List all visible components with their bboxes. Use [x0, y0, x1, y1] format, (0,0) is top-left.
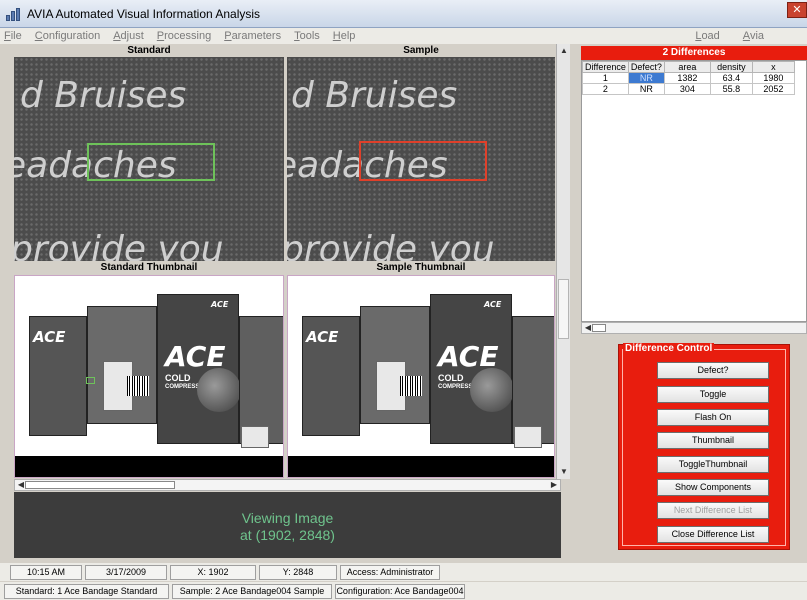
table-cell: 1382 — [663, 72, 711, 84]
cold-compress-text: COLD — [438, 373, 464, 383]
standard-zoom-view[interactable]: d Bruises eadaches provide you — [14, 57, 284, 261]
thumbnail-footer — [288, 456, 554, 477]
product-photo — [470, 368, 514, 412]
table-cell: 304 — [663, 83, 711, 95]
differences-table[interactable]: Difference Defect? area density x 1 NR 1… — [581, 60, 807, 322]
column-header[interactable]: density — [709, 61, 753, 73]
package-panel — [512, 316, 554, 444]
cold-compress-text: COMPRESS — [165, 384, 200, 390]
thumbnail-footer — [15, 456, 283, 477]
title-bar: AVIA Automated Visual Information Analys… — [0, 0, 807, 28]
barcode — [400, 376, 422, 396]
table-row[interactable]: 2 NR 304 55.8 2052 — [582, 83, 795, 95]
ace-small-logo: ACE — [484, 300, 502, 309]
menu-parameters[interactable]: Parameters — [224, 30, 281, 42]
viewing-line-2: at (1902, 2848) — [240, 527, 335, 543]
table-cell: 1980 — [751, 72, 795, 84]
menu-adjust[interactable]: Adjust — [113, 30, 144, 42]
vertical-scrollbar[interactable]: ▲ ▼ — [556, 44, 570, 479]
sample-label: Sample — [287, 44, 555, 57]
differences-horizontal-scrollbar[interactable]: ◀ — [581, 322, 807, 334]
table-row[interactable]: 1 NR 1382 63.4 1980 — [582, 72, 795, 84]
sample-thumbnail-view[interactable]: ACE ACE ACE COLD COMPRESS — [287, 275, 555, 478]
close-window-button[interactable]: ✕ — [787, 2, 807, 18]
zoom-text-line: provide you — [287, 229, 495, 261]
defect-button[interactable]: Defect? — [657, 362, 769, 379]
thumbnail-button[interactable]: Thumbnail — [657, 432, 769, 449]
zoom-text-line: d Bruises — [20, 75, 187, 116]
status-access-level: Access: Administrator — [340, 564, 440, 580]
sample-zoom-view[interactable]: d Bruises eadaches provide you — [287, 57, 555, 261]
standard-thumbnail-label: Standard Thumbnail — [14, 261, 284, 274]
table-cell: 63.4 — [709, 72, 753, 84]
viewing-coordinates: Viewing Image at (1902, 2848) — [14, 510, 561, 544]
status-bar-bottom: Standard: 1 Ace Bandage Standard Sample:… — [0, 582, 807, 600]
menu-tools[interactable]: Tools — [294, 30, 320, 42]
sample-thumbnail-label: Sample Thumbnail — [287, 261, 555, 274]
ace-logo: ACE — [306, 328, 339, 346]
show-components-button[interactable]: Show Components — [657, 479, 769, 496]
package-panel — [514, 426, 542, 448]
menu-avia[interactable]: Avia — [743, 30, 764, 42]
status-date: 3/17/2009 — [85, 564, 167, 580]
differences-header: 2 Differences — [581, 46, 807, 60]
ace-small-logo: ACE — [211, 300, 229, 309]
package-panel — [241, 426, 269, 448]
toggle-thumbnail-button[interactable]: ToggleThumbnail — [657, 456, 769, 473]
thumbnail-difference-marker — [86, 377, 95, 384]
difference-control-panel: Difference Control Defect? Toggle Flash … — [618, 343, 790, 550]
window-title: AVIA Automated Visual Information Analys… — [27, 6, 261, 21]
menu-configuration[interactable]: Configuration — [35, 30, 100, 42]
standard-difference-box — [87, 143, 215, 181]
zoom-text-line: d Bruises — [291, 75, 458, 116]
column-header[interactable]: Difference — [582, 61, 629, 73]
flash-on-button[interactable]: Flash On — [657, 409, 769, 426]
defect-cell-selected[interactable]: NR — [627, 72, 665, 84]
avia-app-icon — [6, 7, 22, 21]
next-difference-list-button: Next Difference List — [657, 502, 769, 519]
product-photo — [197, 368, 241, 412]
status-configuration: Configuration: Ace Bandage004 — [335, 583, 465, 599]
status-bar-top: 10:15 AM 3/17/2009 X: 1902 Y: 2848 Acces… — [0, 563, 807, 581]
column-header[interactable]: area — [663, 61, 711, 73]
cold-compress-text: COMPRESS — [438, 384, 473, 390]
vertical-scroll-thumb[interactable] — [558, 279, 569, 339]
standard-thumbnail-view[interactable]: ACE ACE ACE COLD COMPRESS — [14, 275, 284, 478]
table-cell: 55.8 — [709, 83, 753, 95]
status-standard: Standard: 1 Ace Bandage Standard — [4, 583, 169, 599]
standard-label: Standard — [14, 44, 284, 57]
scroll-up-icon[interactable]: ▲ — [557, 45, 571, 57]
status-sample: Sample: 2 Ace Bandage004 Sample — [172, 583, 332, 599]
table-cell: 2052 — [751, 83, 795, 95]
menu-load[interactable]: Load — [695, 30, 719, 42]
status-x-coordinate: X: 1902 — [170, 564, 256, 580]
defect-cell[interactable]: NR — [627, 83, 665, 95]
sample-difference-box — [359, 141, 487, 181]
package-panel — [239, 316, 283, 444]
horizontal-scroll-thumb[interactable] — [592, 324, 606, 332]
status-y-coordinate: Y: 2848 — [259, 564, 337, 580]
viewing-line-1: Viewing Image — [241, 510, 334, 526]
table-cell: 2 — [582, 83, 629, 95]
viewing-info-panel: Viewing Image at (1902, 2848) — [14, 492, 561, 558]
menu-help[interactable]: Help — [333, 30, 356, 42]
menu-bar: File Configuration Adjust Processing Par… — [0, 28, 807, 44]
column-header[interactable]: Defect? — [627, 61, 665, 73]
difference-control-legend: Difference Control — [623, 343, 715, 354]
scroll-right-icon[interactable]: ▶ — [547, 479, 561, 491]
status-time: 10:15 AM — [10, 564, 82, 580]
barcode — [127, 376, 149, 396]
scroll-down-icon[interactable]: ▼ — [557, 466, 571, 478]
ace-logo: ACE — [33, 328, 66, 346]
close-difference-list-button[interactable]: Close Difference List — [657, 526, 769, 543]
table-cell: 1 — [582, 72, 629, 84]
column-header[interactable]: x — [751, 61, 795, 73]
horizontal-scroll-thumb[interactable] — [25, 481, 175, 489]
menu-file[interactable]: File — [4, 30, 22, 42]
toggle-button[interactable]: Toggle — [657, 386, 769, 403]
zoom-text-line: provide you — [14, 229, 224, 261]
menu-processing[interactable]: Processing — [157, 30, 211, 42]
horizontal-scrollbar[interactable]: ◀ ▶ — [14, 479, 561, 491]
cold-compress-text: COLD — [165, 373, 191, 383]
